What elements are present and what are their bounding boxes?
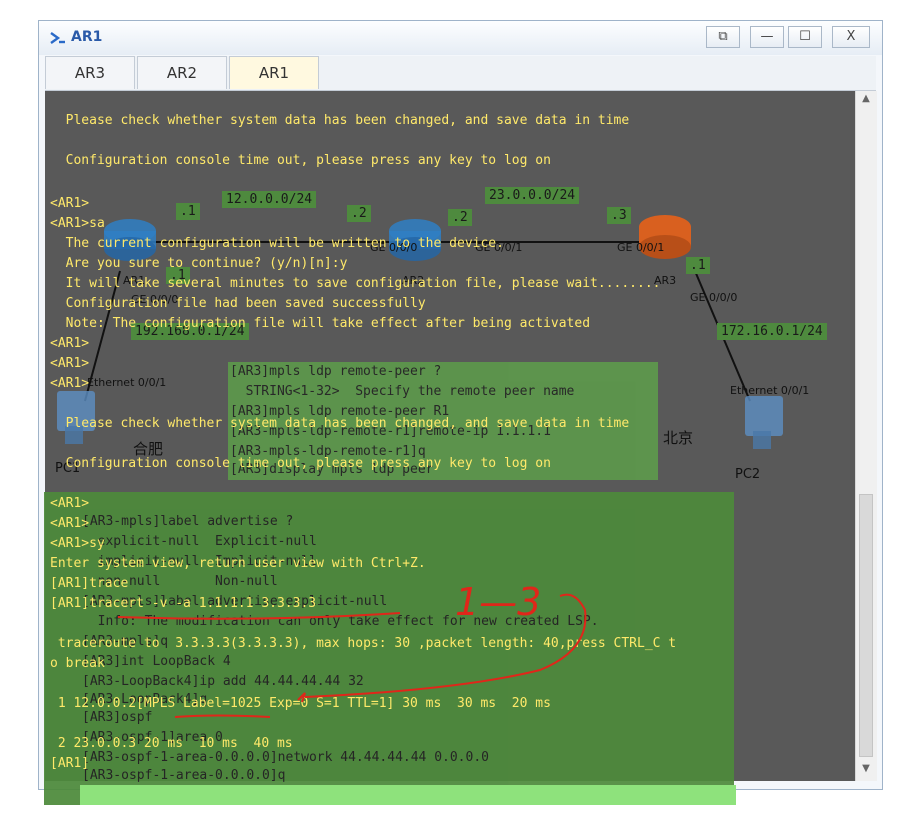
ar3-mpls-line: [AR3-LoopBack4]ip add 44.44.44.44 32	[82, 674, 364, 689]
maximize-button[interactable]: ☐	[788, 26, 822, 48]
restore-button[interactable]: ⧉	[706, 26, 740, 48]
ar3-overlay-line: STRING<1-32> Specify the remote peer nam…	[230, 384, 575, 399]
terminal-line: <AR1>	[50, 356, 90, 371]
terminal-line: o break	[50, 656, 105, 671]
subnet-12-label: 12.0.0.0/24	[222, 191, 317, 208]
terminal-line: traceroute to 3.3.3.3(3.3.3.3), max hops…	[50, 636, 677, 651]
terminal-line: 1 12.0.0.2[MPLS Label=1025 Exp=0 S=1 TTL…	[50, 696, 551, 711]
terminal-line: Are you sure to continue? (y/n)[n]:y	[50, 256, 348, 271]
terminal-line: <AR1>sy	[50, 536, 105, 551]
scroll-down-arrow-icon[interactable]: ▼	[856, 763, 876, 779]
terminal-line: Configuration console time out, please p…	[50, 456, 551, 471]
ip-ar2-left-label: .2	[347, 205, 371, 222]
terminal-line: <AR1>	[50, 376, 90, 391]
pc1-ethernet-label: Ethernet 0/0/1	[87, 376, 167, 389]
subnet-23-label: 23.0.0.0/24	[485, 187, 580, 204]
tab-ar2[interactable]: AR2	[137, 56, 227, 89]
tab-ar3[interactable]: AR3	[45, 56, 135, 89]
terminal-line: <AR1>	[50, 496, 90, 511]
ip-ar3-down-label: .1	[686, 257, 710, 274]
pc2-label: PC2	[735, 467, 761, 482]
title-bar: AR1 ⧉ — ☐ X	[39, 21, 882, 55]
terminal-line: Enter system view, return user view with…	[50, 556, 426, 571]
ar3-overlay-line: [AR3]mpls ldp remote-peer ?	[230, 364, 442, 379]
ar3-ge000-label: GE 0/0/0	[690, 291, 738, 304]
pc2-icon	[745, 396, 783, 449]
ar3-ge001-label: GE 0/0/1	[617, 241, 665, 254]
terminal-line: [AR1]trace	[50, 576, 129, 591]
terminal-line: 2 23.0.0.3 20 ms 10 ms 40 ms	[50, 736, 293, 751]
ip-ar1-ge-label: .1	[176, 203, 200, 220]
terminal-line: Please check whether system data has bee…	[50, 113, 630, 128]
terminal-line: <AR1>sa	[50, 216, 105, 231]
terminal-line: <AR1>	[50, 336, 90, 351]
terminal-line: The current configuration will be writte…	[50, 236, 504, 251]
scroll-thumb[interactable]	[859, 494, 873, 757]
terminal-line: Please check whether system data has bee…	[50, 416, 630, 431]
window-title: AR1	[71, 29, 103, 45]
tab-ar1[interactable]: AR1	[229, 56, 319, 89]
terminal-line: Note: The configuration file will take e…	[50, 316, 591, 331]
ar3-mpls-line: explicit-null Explicit-null	[82, 534, 317, 549]
ar3-mpls-line: Info: The modification can only take eff…	[82, 614, 599, 629]
vertical-scrollbar[interactable]: ▲ ▼	[855, 91, 877, 781]
ip-ar2-right-label: .2	[448, 209, 472, 226]
terminal-line: <AR1>	[50, 196, 90, 211]
subnet-172-label: 172.16.0.1/24	[717, 323, 827, 340]
pc2-ethernet-label: Ethernet 0/0/1	[730, 384, 810, 397]
terminal-line: <AR1>	[50, 516, 90, 531]
terminal-app-icon	[50, 32, 65, 44]
terminal-line: Configuration file had been saved succes…	[50, 296, 426, 311]
terminal-line: It will take several minutes to save con…	[50, 276, 661, 291]
ar3-mpls-line: [AR3-ospf-1-area-0.0.0.0]q	[82, 768, 286, 783]
ar3-mpls-line: [AR3-mpls]label advertise ?	[82, 514, 294, 529]
terminal-line: Configuration console time out, please p…	[50, 153, 551, 168]
terminal-line: [AR1]	[50, 756, 90, 771]
ip-ar3-label: .3	[607, 207, 631, 224]
terminal-line: [AR1]tracert -v -a 1.1.1.1 3.3.3.3	[50, 596, 317, 611]
overlay-bottom-strip	[80, 785, 736, 805]
minimize-button[interactable]: —	[750, 26, 784, 48]
tab-bar: AR3 AR2 AR1	[45, 56, 876, 91]
close-button[interactable]: X	[832, 26, 870, 48]
scroll-up-arrow-icon[interactable]: ▲	[856, 93, 876, 109]
city-beijing-label: 北京	[663, 429, 694, 447]
